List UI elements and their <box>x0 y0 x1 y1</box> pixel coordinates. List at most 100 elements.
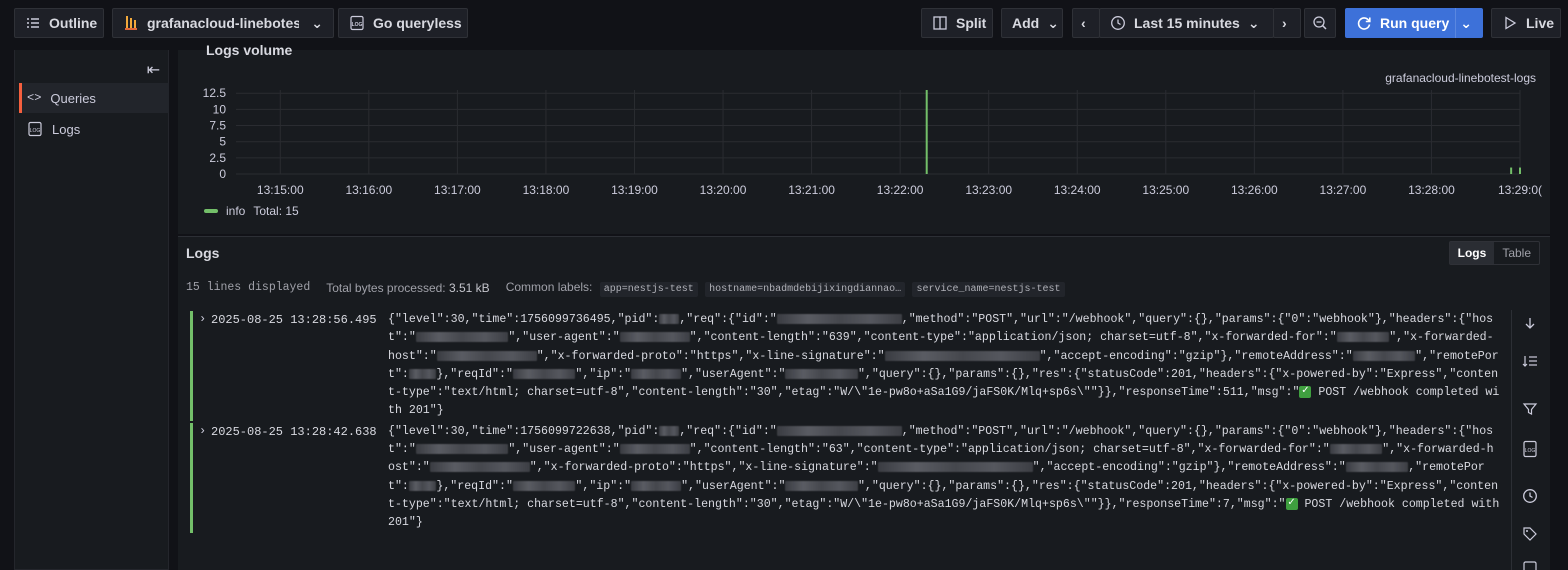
legend-swatch <box>204 209 218 213</box>
go-queryless-label: Go queryless <box>373 15 462 31</box>
log-line: {"level":30,"time":1756099736495,"pid":,… <box>388 311 1500 421</box>
log-row[interactable]: › 2025-08-25 13:28:56.495 {"level":30,"t… <box>190 311 1508 421</box>
log-icon: LOG <box>28 121 42 137</box>
redacted-value <box>877 462 1033 473</box>
time-forward-button[interactable]: › <box>1273 8 1301 38</box>
code-icon: <> <box>27 91 42 105</box>
view-logs-option[interactable]: Logs <box>1449 242 1495 264</box>
add-button[interactable]: Add ⌄ <box>1001 8 1063 38</box>
lines-displayed: 15 lines displayed <box>186 281 311 294</box>
expand-chevron-icon[interactable]: › <box>199 312 206 326</box>
expand-chevron-icon[interactable]: › <box>199 424 206 438</box>
tag-icon[interactable] <box>1520 524 1540 544</box>
sidebar-item-queries[interactable]: <> Queries <box>19 83 169 113</box>
common-labels-label: Common labels: <box>505 280 593 294</box>
log-timestamp: 2025-08-25 13:28:42.638 <box>211 424 377 439</box>
sidebar-item-logs[interactable]: LOG Logs <box>19 114 169 144</box>
split-label: Split <box>956 15 987 31</box>
live-label: Live <box>1526 15 1555 31</box>
explore-toolbar: Outline grafanacloud-linebotest-l ⌄ LOG … <box>0 0 1568 48</box>
add-label: Add <box>1012 15 1040 31</box>
redacted-value <box>785 480 858 491</box>
go-queryless-button[interactable]: LOG Go queryless <box>338 8 468 38</box>
logs-volume-title: Logs volume <box>206 42 293 58</box>
filter-icon[interactable] <box>1520 399 1540 419</box>
logs-volume-chart[interactable]: 0 2.5 5 7.5 10 12.5 13:15:00 13:16:00 13:17:00 13… <box>178 80 1550 230</box>
time-back-button[interactable]: ‹ <box>1072 8 1100 38</box>
x-tick-label: 13:23:00 <box>965 183 1012 197</box>
content-outline-sidebar: ⇤ <> Queries LOG Logs <box>14 50 169 570</box>
datasource-picker[interactable]: grafanacloud-linebotest-l ⌄ <box>112 8 334 38</box>
view-table-option[interactable]: Table <box>1494 242 1539 264</box>
x-tick-label: 13:19:00 <box>611 183 658 197</box>
x-tick-label: 13:29:0( <box>1498 183 1542 197</box>
log-text-segment: {"level":30,"time":1756099722638,"pid": <box>388 424 660 438</box>
zoom-out-icon <box>1313 16 1327 30</box>
more-options-icon[interactable] <box>1520 560 1540 570</box>
label-chip: app=nestjs-test <box>599 282 698 297</box>
redacted-value <box>408 368 437 379</box>
log-text-segment: {"level":30,"time":1756099736495,"pid": <box>388 313 660 326</box>
x-tick-label: 13:20:00 <box>700 183 747 197</box>
y-tick-label: 5 <box>219 135 226 149</box>
run-query-button[interactable]: Run query ⌄ <box>1345 8 1483 38</box>
log-text-segment: ","ip":" <box>575 367 632 381</box>
chart-legend[interactable]: info Total: 15 <box>204 204 299 218</box>
volume-bar <box>1519 167 1521 174</box>
list-icon <box>27 18 39 28</box>
sort-order-icon[interactable] <box>1520 351 1540 371</box>
log-timestamp: 2025-08-25 13:28:56.495 <box>211 313 377 327</box>
clock-icon[interactable] <box>1520 486 1540 506</box>
run-query-label: Run query <box>1380 15 1450 31</box>
split-button[interactable]: Split <box>921 8 993 38</box>
log-text-segment: ,"req":{"id":" <box>679 313 777 326</box>
logs-meta: 15 lines displayed Total bytes processed… <box>186 280 1065 297</box>
log-details-icon[interactable]: LOG <box>1520 439 1540 459</box>
label-chip: service_name=nestjs-test <box>912 282 1065 297</box>
legend-total: Total: 15 <box>253 204 299 218</box>
time-range-label: Last 15 minutes <box>1134 15 1240 31</box>
y-tick-label: 12.5 <box>203 86 227 100</box>
log-text-segment: ","x-forwarded-proto":"https","x-line-si… <box>536 349 885 363</box>
zoom-out-button[interactable] <box>1304 8 1336 38</box>
x-tick-label: 13:28:00 <box>1408 183 1455 197</box>
live-button[interactable]: Live <box>1491 8 1561 38</box>
redacted-value <box>785 368 858 379</box>
redacted-value <box>512 368 576 379</box>
redacted-value <box>619 444 690 455</box>
common-labels: Common labels: app=nestjs-test hostname=… <box>505 280 1065 297</box>
redacted-value <box>631 480 682 491</box>
scroll-to-bottom-icon[interactable] <box>1520 313 1540 333</box>
redacted-value <box>776 313 902 324</box>
legend-series-name: info <box>226 204 246 218</box>
collapse-sidebar-icon[interactable]: ⇤ <box>147 60 160 80</box>
outline-button[interactable]: Outline <box>14 8 104 38</box>
label-chip: hostname=nbadmdebijixingdiannao… <box>705 282 906 297</box>
chevron-left-icon: ‹ <box>1081 15 1086 31</box>
x-tick-label: 13:16:00 <box>345 183 392 197</box>
x-tick-label: 13:27:00 <box>1320 183 1367 197</box>
log-line: {"level":30,"time":1756099722638,"pid":,… <box>388 423 1500 533</box>
svg-text:LOG: LOG <box>352 22 363 28</box>
logs-panel-title: Logs <box>186 245 220 261</box>
log-text-segment: ","userAgent":" <box>681 479 786 493</box>
redacted-value <box>436 350 537 361</box>
log-row[interactable]: › 2025-08-25 13:28:42.638 {"level":30,"t… <box>190 422 1508 533</box>
redacted-value <box>1345 462 1409 473</box>
log-text-segment: ","accept-encoding":"gzip"},"remoteAddre… <box>1032 461 1346 475</box>
log-text-segment: ","content-length":"639","content-type":… <box>689 331 1337 345</box>
x-tick-label: 13:17:00 <box>434 183 481 197</box>
chevron-down-icon[interactable]: ⌄ <box>1460 15 1472 32</box>
redacted-value <box>415 332 509 343</box>
clock-icon <box>1111 16 1125 30</box>
datasource-name: grafanacloud-linebotest-l <box>147 15 300 31</box>
log-text-segment: },"reqId":" <box>436 367 513 381</box>
x-tick-label: 13:25:00 <box>1142 183 1189 197</box>
logs-options-rail <box>1511 310 1512 570</box>
redacted-value <box>619 332 690 343</box>
logs-view-toggle: Logs Table <box>1448 241 1540 265</box>
volume-bar <box>1510 167 1513 174</box>
log-text-segment: },"reqId":" <box>436 479 513 493</box>
time-range-picker[interactable]: Last 15 minutes ⌄ <box>1099 8 1274 38</box>
redacted-value <box>1329 444 1383 455</box>
